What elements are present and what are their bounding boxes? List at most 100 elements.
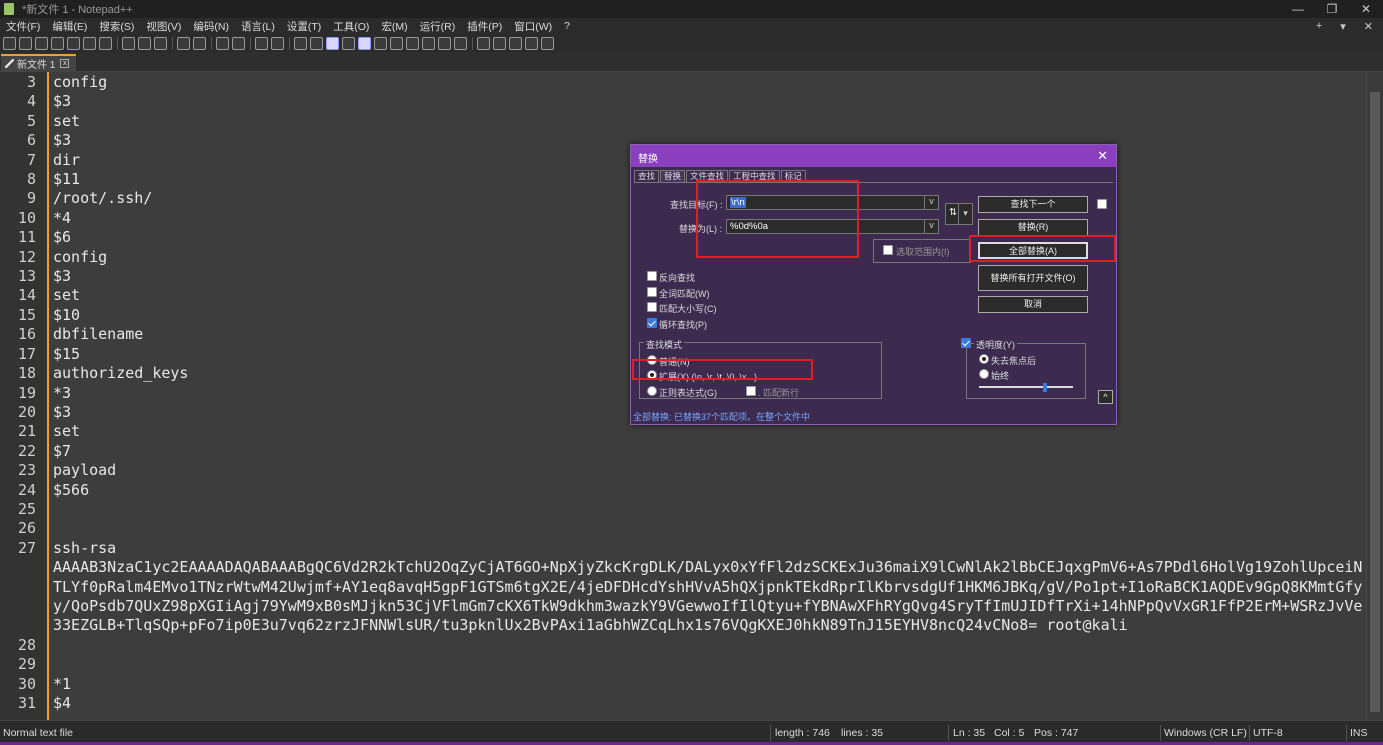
zoom-out-icon[interactable] [271, 36, 284, 50]
close-icon[interactable] [67, 36, 80, 50]
transparency-always-radio[interactable] [979, 369, 989, 379]
tab-find[interactable]: 查找 [634, 170, 660, 182]
folder-workspace-icon[interactable] [438, 36, 451, 50]
code-line[interactable]: 4 $3 [0, 92, 1366, 111]
line-text[interactable]: *4 [53, 209, 71, 228]
menu-view[interactable]: 视图(V) [140, 19, 187, 34]
find-icon[interactable] [216, 36, 229, 50]
menu-settings[interactable]: 设置(T) [281, 19, 327, 34]
copy-icon[interactable] [138, 36, 151, 50]
save-macro-icon[interactable] [541, 36, 554, 50]
line-text[interactable]: dir [53, 151, 80, 170]
find-what-combo[interactable]: \r\n v [726, 195, 939, 210]
line-text[interactable]: *1 [53, 675, 71, 694]
in-selection-checkbox[interactable] [883, 245, 893, 255]
wrap-around-checkbox[interactable] [647, 318, 657, 328]
line-text[interactable]: dbfilename [53, 325, 143, 344]
menu-window[interactable]: 窗口(W) [508, 19, 558, 34]
stop-macro-icon[interactable] [493, 36, 506, 50]
line-text[interactable]: AAAAB3NzaC1yc2EAAAADAQABAAABgQC6Vd2R2kTc… [53, 558, 1363, 636]
transparency-checkbox[interactable] [961, 338, 971, 348]
vertical-scrollbar[interactable] [1366, 72, 1383, 720]
line-text[interactable]: $15 [53, 345, 80, 364]
scrollbar-thumb[interactable] [1370, 92, 1380, 712]
menu-language[interactable]: 语言(L) [235, 19, 281, 34]
code-line[interactable]: 23 payload [0, 461, 1366, 480]
line-text[interactable]: set [53, 112, 80, 131]
line-text[interactable]: set [53, 422, 80, 441]
minimize-button[interactable]: — [1281, 0, 1315, 18]
replace-icon[interactable] [232, 36, 245, 50]
menu-help[interactable]: ? [558, 20, 576, 32]
line-text[interactable]: $3 [53, 403, 71, 422]
monitoring-icon[interactable] [454, 36, 467, 50]
find-next-button[interactable]: 查找下一个 [978, 196, 1088, 213]
new-file-icon[interactable] [3, 36, 16, 50]
undo-icon[interactable] [177, 36, 190, 50]
mode-extended-radio[interactable] [647, 370, 657, 380]
replace-all-open-button[interactable]: 替换所有打开文件(O) [978, 265, 1088, 291]
menu-edit[interactable]: 编辑(E) [46, 19, 93, 34]
menu-encoding[interactable]: 编码(N) [187, 19, 235, 34]
line-text[interactable]: config [53, 248, 107, 267]
transparency-lose-focus-radio[interactable] [979, 354, 989, 364]
tab-new-file-1[interactable]: 新文件 1 x [1, 54, 76, 71]
doc-map-icon[interactable] [390, 36, 403, 50]
indent-guide-icon[interactable] [358, 36, 371, 50]
cancel-button[interactable]: 取消 [978, 296, 1088, 313]
line-text[interactable]: $3 [53, 267, 71, 286]
mode-normal-radio[interactable] [647, 355, 657, 365]
backward-checkbox[interactable] [647, 271, 657, 281]
line-text[interactable]: payload [53, 461, 116, 480]
code-line[interactable]: AAAAB3NzaC1yc2EAAAADAQABAAABgQC6Vd2R2kTc… [0, 558, 1366, 636]
menu-run[interactable]: 运行(R) [414, 19, 462, 34]
dialog-close-icon[interactable]: ✕ [1097, 148, 1108, 164]
print-icon[interactable] [99, 36, 112, 50]
line-text[interactable]: $4 [53, 694, 71, 713]
run-macro-multiple-icon[interactable] [525, 36, 538, 50]
line-text[interactable]: $10 [53, 306, 80, 325]
code-line[interactable]: 22 $7 [0, 442, 1366, 461]
replace-all-button[interactable]: 全部替换(A) [978, 242, 1088, 259]
tab-close-icon[interactable]: x [60, 59, 70, 68]
line-text[interactable]: authorized_keys [53, 364, 188, 383]
line-text[interactable]: ssh-rsa [53, 539, 116, 558]
redo-icon[interactable] [193, 36, 206, 50]
menu-macro[interactable]: 宏(M) [375, 19, 413, 34]
code-line[interactable]: 28 [0, 636, 1366, 655]
line-text[interactable]: config [53, 73, 107, 92]
code-line[interactable]: 29 [0, 655, 1366, 674]
line-text[interactable]: $3 [53, 92, 71, 111]
transparency-slider-thumb[interactable] [1042, 383, 1047, 392]
status-eol[interactable]: Windows (CR LF) [1164, 727, 1247, 739]
line-text[interactable]: $11 [53, 170, 80, 189]
cut-icon[interactable] [122, 36, 135, 50]
whole-word-checkbox[interactable] [647, 287, 657, 297]
tab-list-button[interactable]: ▾ [1340, 20, 1346, 33]
match-case-checkbox[interactable] [647, 302, 657, 312]
line-text[interactable]: $566 [53, 481, 89, 500]
line-text[interactable]: /root/.ssh/ [53, 189, 152, 208]
swap-dropdown-icon[interactable]: ▾ [958, 204, 972, 224]
save-all-icon[interactable] [51, 36, 64, 50]
menu-plugins[interactable]: 插件(P) [461, 19, 508, 34]
replace-button[interactable]: 替换(R) [978, 219, 1088, 236]
paste-icon[interactable] [154, 36, 167, 50]
maximize-button[interactable]: ❐ [1315, 0, 1349, 18]
status-encoding[interactable]: UTF-8 [1253, 727, 1283, 739]
collapse-dialog-button[interactable]: ^ [1098, 390, 1113, 404]
replace-with-combo[interactable]: %0d%0a v [726, 219, 939, 234]
close-window-button[interactable]: ✕ [1349, 0, 1383, 18]
record-macro-icon[interactable] [477, 36, 490, 50]
code-line[interactable]: 26 [0, 519, 1366, 538]
code-line[interactable]: 24 $566 [0, 481, 1366, 500]
tab-find-in-files[interactable]: 文件查找 [686, 170, 729, 182]
transparency-slider-track[interactable] [979, 386, 1073, 388]
code-line[interactable]: 3 config [0, 73, 1366, 92]
code-line[interactable]: 30 *1 [0, 675, 1366, 694]
code-line[interactable]: 5 set [0, 112, 1366, 131]
code-line[interactable]: 21 set [0, 422, 1366, 441]
doc-list-icon[interactable] [406, 36, 419, 50]
mode-regex-radio[interactable] [647, 386, 657, 396]
tab-mark[interactable]: 标记 [780, 170, 806, 182]
